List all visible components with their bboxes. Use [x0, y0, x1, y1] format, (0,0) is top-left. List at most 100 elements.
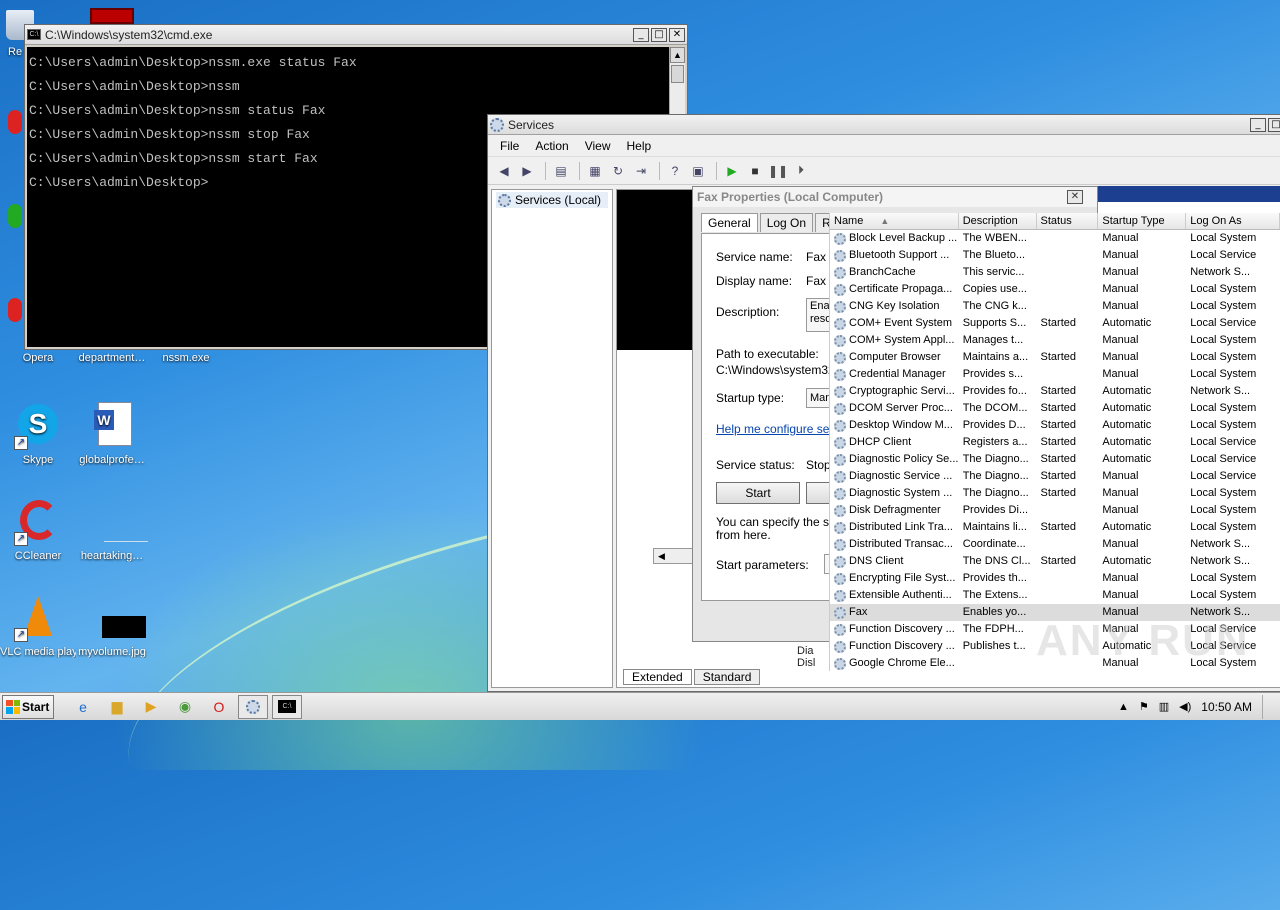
services-list[interactable]: Name ▲ Description Status Startup Type Lo…	[829, 213, 1280, 671]
desktop-icon-heartaking[interactable]: heartaking…	[74, 498, 150, 562]
action-center-flag-icon[interactable]: ⚑	[1139, 700, 1149, 713]
forward-arrow-icon[interactable]: ▶	[517, 161, 537, 181]
service-row[interactable]: DNS Client The DNS Cl... Started Automatic N…	[830, 553, 1280, 570]
desktop-app-icon-red[interactable]	[90, 8, 134, 24]
service-name-cell: Google Chrome Ele...	[830, 655, 959, 671]
service-row[interactable]: DCOM Server Proc... The DCOM... Started Aut…	[830, 400, 1280, 417]
cmd-titlebar[interactable]: C:\ C:\Windows\system32\cmd.exe _ □ ✕	[25, 25, 687, 45]
desktop-icon-department[interactable]: department…	[74, 352, 150, 364]
tab-log-on[interactable]: Log On	[759, 213, 814, 232]
service-row[interactable]: Encrypting File Syst... Provides th... Man…	[830, 570, 1280, 587]
cmd-title: C:\Windows\system32\cmd.exe	[45, 27, 213, 42]
service-row[interactable]: Credential Manager Provides s... Manual Loc…	[830, 366, 1280, 383]
column-header-startup-type[interactable]: Startup Type	[1098, 213, 1187, 229]
chrome-icon[interactable]: ◉	[170, 695, 200, 719]
help-icon[interactable]: ?	[665, 161, 685, 181]
column-header-description[interactable]: Description	[959, 213, 1037, 229]
internet-explorer-icon[interactable]: e	[68, 695, 98, 719]
fax-dialog-titlebar[interactable]: Fax Properties (Local Computer) ✕	[693, 187, 1097, 207]
restart-icon[interactable]: ⏵	[791, 161, 811, 181]
maximize-button[interactable]: □	[651, 27, 667, 42]
service-row[interactable]: Diagnostic System ... The Diagno... Starte…	[830, 485, 1280, 502]
service-row[interactable]: Desktop Window M... Provides D... Started A…	[830, 417, 1280, 434]
desktop-icon-skype[interactable]: S ↗ Skype	[0, 402, 76, 466]
column-header-status[interactable]: Status	[1037, 213, 1099, 229]
play-icon[interactable]: ▶	[722, 161, 742, 181]
service-row[interactable]: BranchCache This servic... Manual Network S…	[830, 264, 1280, 281]
refresh-icon[interactable]: ↻	[608, 161, 628, 181]
file-explorer-icon[interactable]: ▆	[102, 695, 132, 719]
stop-icon[interactable]: ■	[745, 161, 765, 181]
service-gear-icon	[834, 589, 846, 602]
pause-icon[interactable]: ❚❚	[768, 161, 788, 181]
show-hidden-icons-icon[interactable]: ▲	[1118, 701, 1129, 713]
service-row[interactable]: Certificate Propaga... Copies use... Manua…	[830, 281, 1280, 298]
scroll-up-arrow-icon[interactable]: ▲	[670, 47, 685, 63]
minimize-button[interactable]: _	[633, 27, 649, 42]
service-status-cell	[1037, 247, 1099, 264]
start-button[interactable]: Start	[2, 694, 54, 719]
service-row[interactable]: Computer Browser Maintains a... Started Man…	[830, 349, 1280, 366]
menu-file[interactable]: File	[492, 139, 527, 153]
tab-general[interactable]: General	[701, 213, 758, 232]
maximize-button[interactable]: □	[1268, 117, 1280, 132]
back-arrow-icon[interactable]: ◀	[494, 161, 514, 181]
service-row[interactable]: Extensible Authenti... The Extens... Manua…	[830, 587, 1280, 604]
tree-item-services-local[interactable]: Services (Local)	[496, 192, 608, 208]
desktop-icon-globalprofe[interactable]: W globalprofe…	[74, 402, 150, 466]
service-row[interactable]: Disk Defragmenter Provides Di... Manual Loc…	[830, 502, 1280, 519]
console-tree-icon[interactable]: ▤	[551, 161, 571, 181]
desktop-icon-opera[interactable]: Opera	[0, 352, 76, 364]
show-hide-action-pane-icon[interactable]: ▣	[688, 161, 708, 181]
menu-view[interactable]: View	[577, 139, 619, 153]
service-name-text: Certificate Propaga...	[849, 283, 953, 295]
tab-standard[interactable]: Standard	[693, 669, 761, 685]
network-icon[interactable]: ▥	[1159, 700, 1169, 713]
service-name-text: Fax	[849, 606, 868, 618]
export-list-icon[interactable]: ⇥	[631, 161, 651, 181]
tab-extended[interactable]: Extended	[623, 669, 692, 685]
scroll-thumb[interactable]	[671, 65, 684, 83]
desktop-icon-nssm[interactable]: nssm.exe	[148, 352, 224, 364]
service-row[interactable]: COM+ System Appl... Manages t... Manual Loc…	[830, 332, 1280, 349]
service-row[interactable]: Diagnostic Policy Se... The Diagno... Star…	[830, 451, 1280, 468]
service-gear-icon	[834, 266, 846, 279]
menu-help[interactable]: Help	[619, 139, 660, 153]
service-row[interactable]: Cryptographic Servi... Provides fo... Star…	[830, 383, 1280, 400]
opera-icon[interactable]: O	[204, 695, 234, 719]
close-button[interactable]: ✕	[1067, 190, 1083, 204]
properties-icon[interactable]: ▦	[585, 161, 605, 181]
service-row[interactable]: COM+ Event System Supports S... Started Aut…	[830, 315, 1280, 332]
desktop-icon-vlc[interactable]: ↗ VLC media player	[0, 594, 76, 658]
service-row[interactable]: Block Level Backup ... The WBEN... Manual L…	[830, 230, 1280, 247]
start-button[interactable]: Start	[716, 482, 800, 504]
desktop-icon-myvolume[interactable]: myvolume.jpg	[74, 594, 150, 658]
horizontal-scroll-left-arrow-icon[interactable]: ◀	[653, 548, 693, 564]
service-row[interactable]: Distributed Transac... Coordinate... Manua…	[830, 536, 1280, 553]
clock[interactable]: 10:50 AM	[1201, 700, 1252, 714]
service-row[interactable]: Distributed Link Tra... Maintains li... St…	[830, 519, 1280, 536]
minimize-button[interactable]: _	[1250, 117, 1266, 132]
service-row[interactable]: Diagnostic Service ... The Diagno... Start…	[830, 468, 1280, 485]
services-titlebar[interactable]: Services _ □	[488, 115, 1280, 135]
cmd-taskbar-icon[interactable]: C:\	[272, 694, 302, 719]
service-row[interactable]: DHCP Client Registers a... Started Automati…	[830, 434, 1280, 451]
behind-row: Disl	[797, 657, 816, 669]
desktop-icon-ccleaner[interactable]: ↗ CCleaner	[0, 498, 76, 562]
show-desktop-button[interactable]	[1262, 694, 1272, 719]
services-toolbar: ◀ ▶ ▤ ▦ ↻ ⇥ ? ▣ ▶ ■ ❚❚ ⏵	[488, 157, 1280, 185]
column-header-log-on-as[interactable]: Log On As	[1186, 213, 1280, 229]
volume-icon[interactable]: ◀)	[1179, 700, 1191, 713]
service-name-cell: BranchCache	[830, 264, 959, 281]
service-startup-type-cell: Manual	[1102, 249, 1139, 261]
column-header-name[interactable]: Name ▲	[830, 213, 959, 229]
service-description-cell: Publishes t...	[962, 640, 1026, 652]
service-row[interactable]: CNG Key Isolation The CNG k... Manual Local…	[830, 298, 1280, 315]
close-button[interactable]: ✕	[669, 27, 685, 42]
media-player-icon[interactable]: ▶	[136, 695, 166, 719]
service-row[interactable]: Bluetooth Support ... The Blueto... Manual…	[830, 247, 1280, 264]
services-taskbar-icon[interactable]	[238, 694, 268, 719]
service-logon-cell: Local System	[1190, 487, 1257, 499]
vlc-cone-icon: ↗	[14, 594, 62, 642]
menu-action[interactable]: Action	[527, 139, 576, 153]
